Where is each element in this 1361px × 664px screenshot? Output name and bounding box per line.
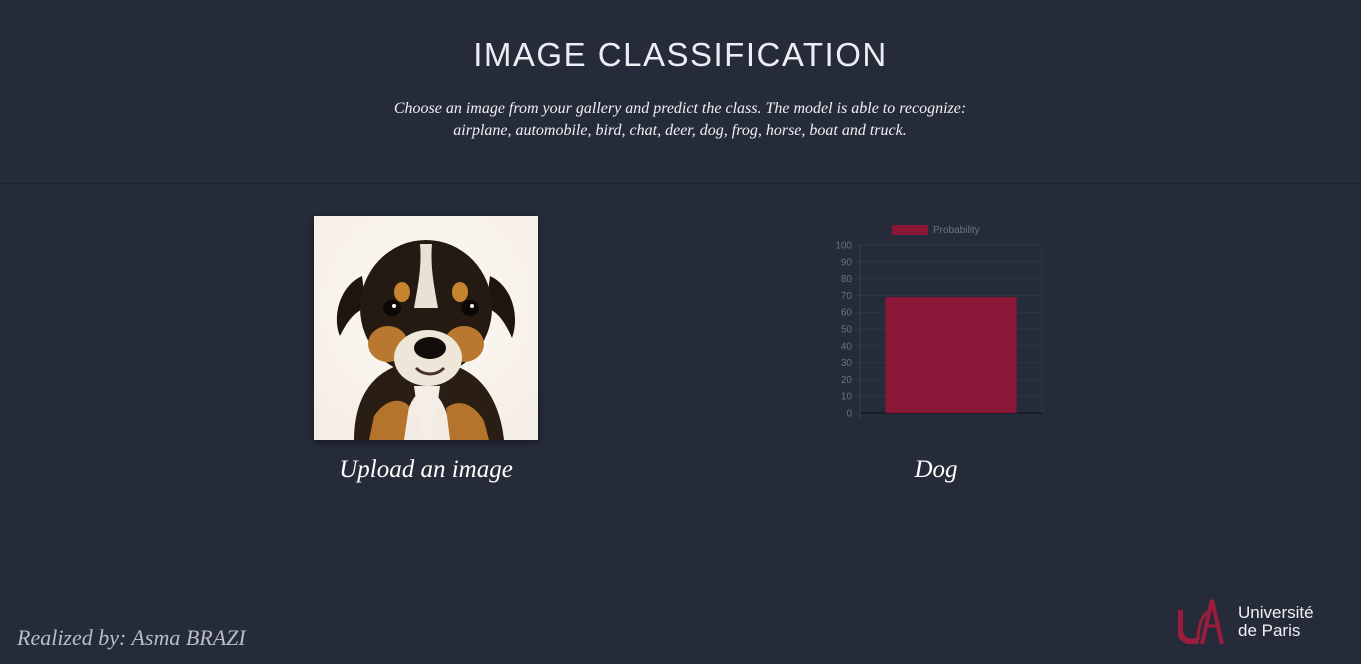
logo-mark-icon bbox=[1178, 599, 1224, 644]
dog-photo bbox=[314, 216, 538, 440]
logo-text-line-1: Université bbox=[1238, 603, 1314, 622]
y-tick-label: 80 bbox=[841, 274, 853, 285]
page-title: IMAGE CLASSIFICATION bbox=[473, 36, 888, 73]
bar bbox=[885, 297, 1017, 413]
y-tick-label: 40 bbox=[841, 341, 853, 352]
subtitle-line-1: Choose an image from your gallery and pr… bbox=[393, 100, 967, 117]
upload-image-label[interactable]: Upload an image bbox=[226, 456, 626, 484]
header: IMAGE CLASSIFICATION Choose an image fro… bbox=[0, 0, 1361, 184]
page-subtitle: Choose an image from your gallery and pr… bbox=[330, 98, 1030, 142]
universite-de-paris-logo: Université de Paris bbox=[1178, 596, 1348, 648]
y-tick-label: 10 bbox=[841, 392, 853, 403]
y-tick-label: 60 bbox=[841, 308, 853, 319]
uploaded-dog-image[interactable] bbox=[314, 216, 538, 440]
y-tick-label: 100 bbox=[835, 241, 852, 252]
y-tick-label: 50 bbox=[841, 325, 853, 336]
logo-text: Université de Paris bbox=[1238, 604, 1314, 640]
legend-swatch bbox=[892, 225, 928, 235]
probability-chart-svg: Probability 0 10 20 30 40 50 60 70 80 90 100 bbox=[835, 225, 1043, 420]
subtitle-line-2: airplane, automobile, bird, chat, deer, … bbox=[453, 122, 907, 139]
probability-chart: Probability 0 10 20 30 40 50 60 70 80 90 100 bbox=[825, 218, 1055, 423]
y-tick-label: 0 bbox=[846, 409, 852, 420]
logo-text-line-2: de Paris bbox=[1238, 621, 1301, 640]
y-tick-label: 30 bbox=[841, 358, 853, 369]
y-tick-label: 70 bbox=[841, 291, 853, 302]
author-credit: Realized by: Asma BRAZI bbox=[17, 625, 246, 650]
prediction-label: Dog bbox=[914, 456, 958, 483]
y-tick-label: 20 bbox=[841, 375, 853, 386]
legend-label: Probability bbox=[933, 225, 980, 236]
y-tick-label: 90 bbox=[841, 257, 853, 268]
